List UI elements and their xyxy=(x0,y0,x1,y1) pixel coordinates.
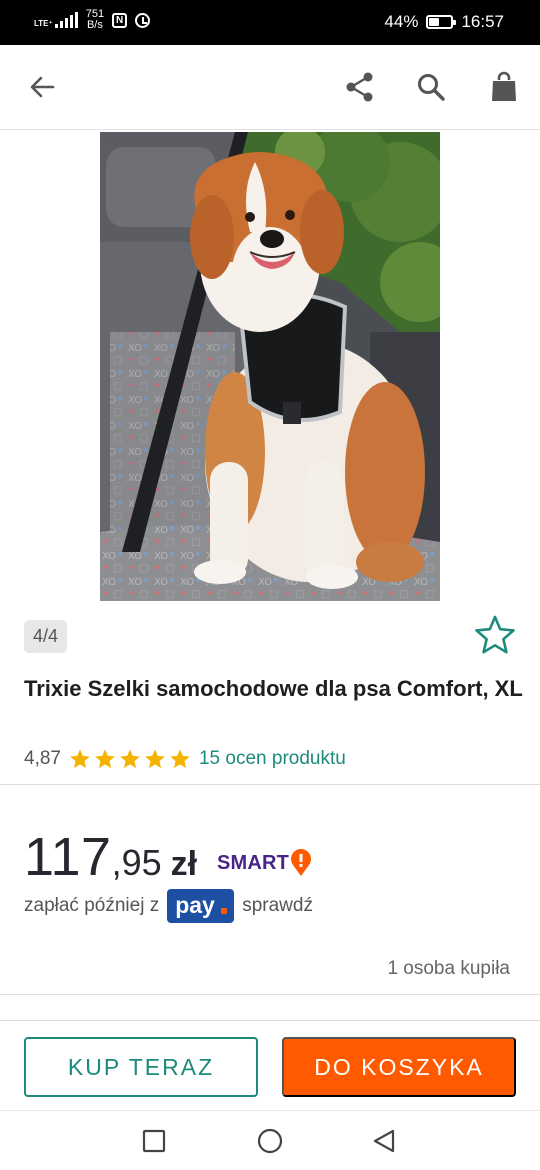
alarm-icon xyxy=(135,12,151,28)
price-integer: 117 xyxy=(24,827,112,887)
square-icon xyxy=(142,1129,166,1153)
pay-later: zapłać później z pay sprawdź xyxy=(24,889,313,923)
status-bar: LTE⁺ 751 B/s N 44% 16:57 xyxy=(0,0,540,45)
signal-indicator: LTE⁺ xyxy=(34,12,78,28)
rating-value: 4,87 xyxy=(24,748,61,769)
battery-percent: 44% xyxy=(384,12,419,31)
ratings-count-link[interactable]: 15 ocen produktu xyxy=(199,748,346,770)
buy-now-button[interactable]: KUP TERAZ xyxy=(24,1037,258,1097)
share-button[interactable] xyxy=(342,69,378,105)
back-arrow-icon xyxy=(30,76,55,98)
product-price: 117 ,95 zł xyxy=(24,826,197,888)
battery-level xyxy=(429,18,439,26)
share-icon xyxy=(346,72,373,102)
nfc-icon: N xyxy=(112,12,128,28)
cart-button[interactable] xyxy=(486,69,522,105)
triangle-back-icon xyxy=(373,1129,395,1153)
image-counter: 4/4 xyxy=(24,620,68,653)
status-right: 44% 16:57 xyxy=(384,12,504,32)
network-speed-unit: B/s xyxy=(86,19,103,31)
section-divider xyxy=(0,994,540,995)
product-image[interactable]: XO □ xyxy=(100,122,460,601)
section-divider xyxy=(0,1020,540,1021)
star-filled-icon xyxy=(170,749,190,769)
buyers-count: 1 osoba kupiła xyxy=(387,958,510,979)
recents-button[interactable] xyxy=(140,1127,168,1155)
network-type: LTE⁺ xyxy=(34,19,53,28)
smart-label: SMART xyxy=(217,851,290,874)
pay-logo: pay xyxy=(167,889,235,923)
price-currency: zł xyxy=(170,845,198,883)
smart-badge[interactable]: SMART xyxy=(217,849,312,877)
star-filled-icon xyxy=(70,749,90,769)
product-title: Trixie Szelki samochodowe dla psa Comfor… xyxy=(24,676,523,701)
home-button[interactable] xyxy=(256,1127,284,1155)
search-icon xyxy=(418,74,445,101)
dog-harness-photo: XO □ xyxy=(100,122,460,601)
network-speed: 751 B/s xyxy=(86,9,104,31)
add-to-cart-button[interactable]: DO KOSZYKA xyxy=(282,1037,516,1097)
clock: 16:57 xyxy=(461,12,504,31)
star-filled-icon xyxy=(145,749,165,769)
circle-icon xyxy=(257,1128,283,1154)
pay-later-check-link[interactable]: sprawdź xyxy=(242,895,313,917)
star-filled-icon xyxy=(120,749,140,769)
status-left: LTE⁺ 751 B/s N xyxy=(34,9,151,31)
section-divider xyxy=(0,784,540,785)
system-nav-bar xyxy=(0,1110,540,1170)
pay-later-prefix: zapłać później z xyxy=(24,895,160,916)
back-button[interactable] xyxy=(24,69,60,105)
smart-pin-icon xyxy=(291,849,312,876)
back-nav-button[interactable] xyxy=(370,1127,398,1155)
star-outline-icon xyxy=(475,615,515,654)
price-decimal: ,95 xyxy=(111,842,162,883)
app-bar xyxy=(0,45,540,130)
signal-bars-icon xyxy=(54,12,78,28)
favorite-button[interactable] xyxy=(474,614,516,656)
battery-icon xyxy=(426,15,457,29)
search-button[interactable] xyxy=(413,69,449,105)
star-filled-icon xyxy=(95,749,115,769)
rating-stars xyxy=(69,748,191,770)
product-rating: 4,87 15 ocen produktu xyxy=(24,745,346,773)
shopping-bag-icon xyxy=(492,71,516,101)
